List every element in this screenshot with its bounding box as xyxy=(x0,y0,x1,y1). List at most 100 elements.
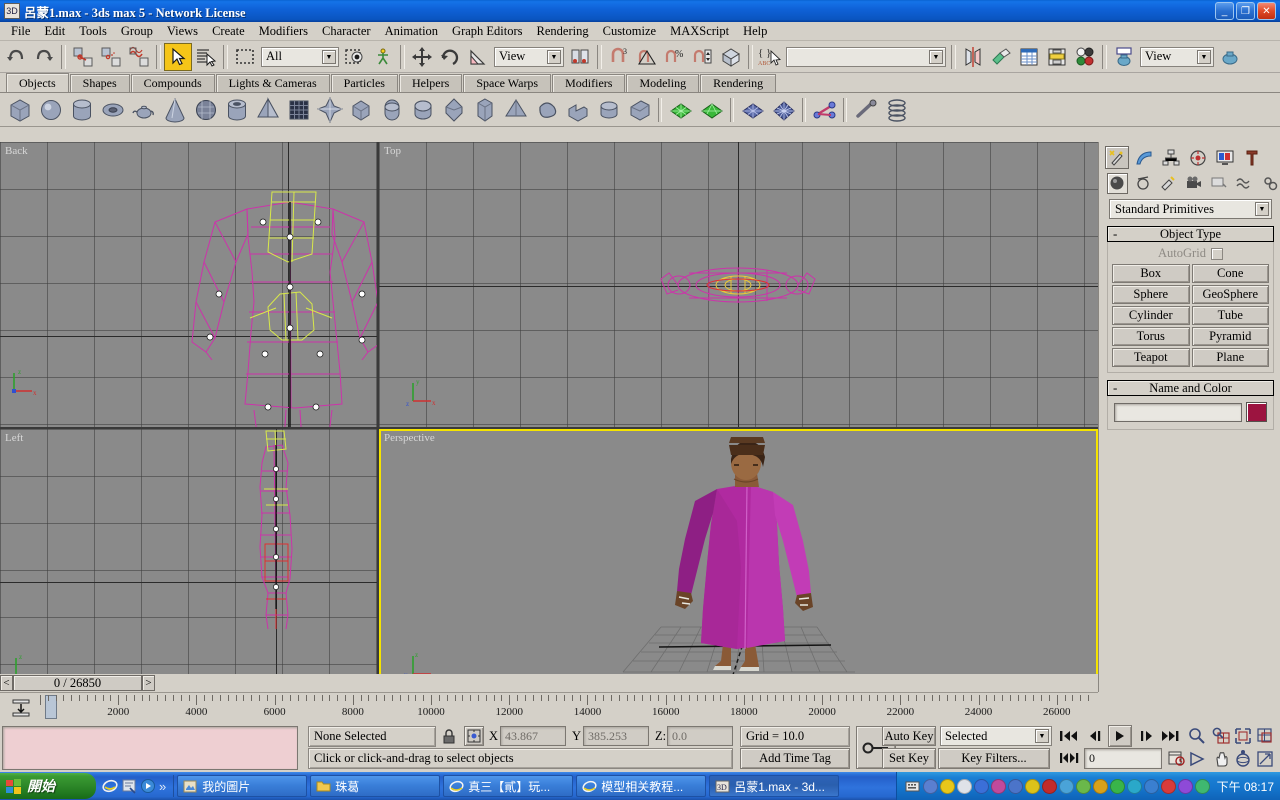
nurbs-plane-icon[interactable] xyxy=(737,95,768,125)
quick-render-button[interactable] xyxy=(1216,42,1244,71)
taskbar-item[interactable]: 模型相关教程... xyxy=(576,775,707,797)
named-selection-set-label-button[interactable]: { } ABC xyxy=(756,42,784,71)
maximize-button[interactable]: ❐ xyxy=(1236,2,1255,20)
tray-icon[interactable] xyxy=(1109,778,1125,794)
start-button[interactable]: 開始 xyxy=(0,773,96,799)
tab-space-warps[interactable]: Space Warps xyxy=(463,74,552,92)
tray-icon[interactable] xyxy=(1024,778,1040,794)
pyramid-icon[interactable] xyxy=(252,95,283,125)
viewport-back[interactable]: Back z x xyxy=(0,142,377,427)
curve-editor-button[interactable] xyxy=(1043,42,1071,71)
lights-subtab[interactable] xyxy=(1158,173,1178,194)
utilities-tab[interactable] xyxy=(1240,146,1264,169)
select-and-move-button[interactable] xyxy=(408,42,436,71)
render-scene-button[interactable] xyxy=(1110,42,1138,71)
time-configuration-button[interactable] xyxy=(1166,748,1188,768)
y-coordinate-field[interactable]: 385.253 xyxy=(583,726,649,746)
space-warps-subtab[interactable] xyxy=(1234,173,1254,194)
show-desktop-icon[interactable] xyxy=(121,778,137,794)
menu-item-help[interactable]: Help xyxy=(736,23,774,40)
minimize-button[interactable]: _ xyxy=(1215,2,1234,20)
zoom-extents-icon[interactable] xyxy=(1232,725,1254,747)
bones-icon[interactable] xyxy=(809,95,840,125)
create-torus-button[interactable]: Torus xyxy=(1112,327,1190,346)
hedra-icon[interactable] xyxy=(314,95,345,125)
create-box-button[interactable]: Box xyxy=(1112,264,1190,283)
x-coordinate-field[interactable]: 43.867 xyxy=(500,726,566,746)
menu-item-rendering[interactable]: Rendering xyxy=(530,23,596,40)
nurbs-surface-icon[interactable] xyxy=(768,95,799,125)
zoom-all-icon[interactable] xyxy=(1210,725,1232,747)
media-player-icon[interactable] xyxy=(140,778,156,794)
menu-item-group[interactable]: Group xyxy=(114,23,160,40)
capsule-icon[interactable] xyxy=(376,95,407,125)
play-animation-button[interactable] xyxy=(1108,725,1132,747)
create-pyramid-button[interactable]: Pyramid xyxy=(1191,327,1269,346)
object-name-input[interactable] xyxy=(1114,402,1242,422)
teapot-icon[interactable] xyxy=(128,95,159,125)
arc-rotate-icon[interactable] xyxy=(1232,748,1254,770)
tray-icon[interactable] xyxy=(1143,778,1159,794)
key-filter-mode-combo[interactable]: Selected ▼ xyxy=(940,726,1052,746)
spindle-icon[interactable] xyxy=(438,95,469,125)
layer-manager-button[interactable] xyxy=(1015,42,1043,71)
bind-to-space-warp-button[interactable] xyxy=(125,42,153,71)
internet-explorer-icon[interactable] xyxy=(102,778,118,794)
menu-item-graph-editors[interactable]: Graph Editors xyxy=(445,23,529,40)
menu-item-create[interactable]: Create xyxy=(205,23,252,40)
field-of-view-icon[interactable] xyxy=(1186,748,1208,770)
next-frame-button[interactable] xyxy=(1134,726,1158,746)
geometry-subtab[interactable] xyxy=(1107,172,1128,194)
create-tab[interactable] xyxy=(1105,146,1129,169)
keyboard-layout-icon[interactable] xyxy=(905,779,920,794)
box-icon[interactable] xyxy=(4,95,35,125)
rollout-collapse-icon[interactable]: - xyxy=(1113,380,1117,396)
viewport-top[interactable]: Top y x z xyxy=(379,142,1098,427)
chevron-down-icon[interactable]: ▼ xyxy=(1197,49,1211,64)
reference-coordinate-system-combo[interactable]: View ▼ xyxy=(494,46,564,67)
c-extrusion-icon[interactable] xyxy=(624,95,655,125)
quadpatch-icon[interactable] xyxy=(665,95,696,125)
tray-icon[interactable] xyxy=(973,778,989,794)
tray-icon[interactable] xyxy=(1160,778,1176,794)
ik-chain-icon[interactable] xyxy=(850,95,881,125)
tray-icon[interactable] xyxy=(990,778,1006,794)
zoom-extents-all-icon[interactable] xyxy=(1254,725,1276,747)
redo-button[interactable] xyxy=(30,42,58,71)
menu-item-maxscript[interactable]: MAXScript xyxy=(663,23,736,40)
motion-tab[interactable] xyxy=(1186,146,1210,169)
tab-shapes[interactable]: Shapes xyxy=(69,74,130,92)
zoom-icon[interactable] xyxy=(1186,725,1208,747)
sphere-icon[interactable] xyxy=(35,95,66,125)
menu-item-views[interactable]: Views xyxy=(160,23,205,40)
cone-icon[interactable] xyxy=(159,95,190,125)
chevron-down-icon[interactable]: ▼ xyxy=(929,49,943,64)
viewport-perspective[interactable]: Perspective z xyxy=(379,429,1098,692)
open-mini-curve-editor-icon[interactable] xyxy=(10,697,32,719)
geosphere-icon[interactable] xyxy=(190,95,221,125)
create-teapot-button[interactable]: Teapot xyxy=(1112,348,1190,367)
tray-icon[interactable] xyxy=(1007,778,1023,794)
absolute-relative-toggle-button[interactable] xyxy=(464,726,484,746)
viewport-left[interactable]: Left z xyxy=(0,429,377,692)
chevron-down-icon[interactable]: ▼ xyxy=(1035,729,1049,743)
create-tube-button[interactable]: Tube xyxy=(1191,306,1269,325)
shapes-subtab[interactable] xyxy=(1133,173,1153,194)
tab-modifiers[interactable]: Modifiers xyxy=(552,74,626,92)
primitive-category-combo[interactable]: Standard Primitives ▼ xyxy=(1109,199,1272,219)
window-crossing-button[interactable] xyxy=(341,42,369,71)
chevron-down-icon[interactable]: ▼ xyxy=(1255,202,1269,216)
tray-icon[interactable] xyxy=(1194,778,1210,794)
tray-icon[interactable] xyxy=(939,778,955,794)
select-and-scale-button[interactable] xyxy=(464,42,492,71)
menu-item-tools[interactable]: Tools xyxy=(72,23,114,40)
tab-objects[interactable]: Objects xyxy=(6,73,69,92)
hierarchy-tab[interactable] xyxy=(1159,146,1183,169)
select-and-rotate-button[interactable] xyxy=(436,42,464,71)
next-frame-arrow[interactable]: > xyxy=(142,675,155,691)
l-extrusion-icon[interactable] xyxy=(562,95,593,125)
gengon-icon[interactable] xyxy=(469,95,500,125)
spring-icon[interactable] xyxy=(881,95,912,125)
spinner-snap-button[interactable] xyxy=(689,42,717,71)
cameras-subtab[interactable] xyxy=(1183,173,1203,194)
